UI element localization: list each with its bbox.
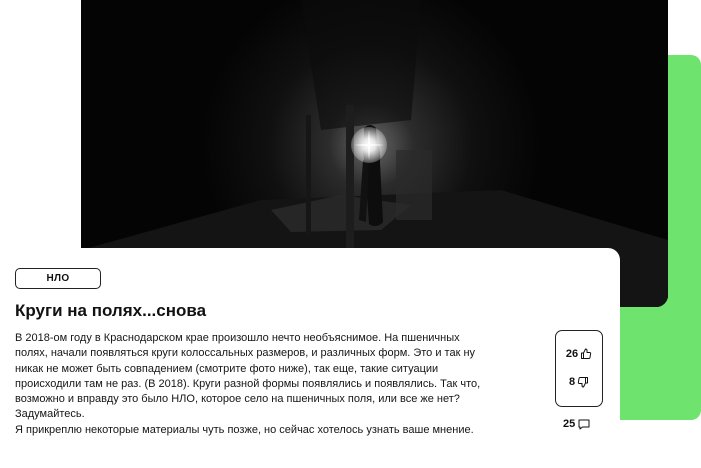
category-tag[interactable]: НЛО	[15, 268, 101, 289]
thumbs-up-icon	[581, 348, 592, 359]
comments-button[interactable]: 25	[563, 418, 590, 430]
post-body-paragraph: В 2018-ом году в Краснодарском крае прои…	[15, 332, 481, 421]
dislike-button[interactable]: 8	[556, 376, 602, 388]
like-button[interactable]: 26	[556, 348, 602, 360]
dislike-count: 8	[568, 376, 576, 388]
post-title: Круги на полях...снова	[15, 301, 207, 320]
comments-count: 25	[563, 418, 576, 430]
post-body-paragraph: Я прикреплю некоторые материалы чуть поз…	[15, 423, 474, 436]
like-count: 26	[565, 348, 579, 360]
post-body: В 2018-ом году в Краснодарском крае прои…	[15, 331, 485, 438]
vote-panel: 26 8	[555, 330, 603, 407]
thumbs-down-icon	[577, 377, 589, 388]
comment-icon	[578, 419, 590, 429]
